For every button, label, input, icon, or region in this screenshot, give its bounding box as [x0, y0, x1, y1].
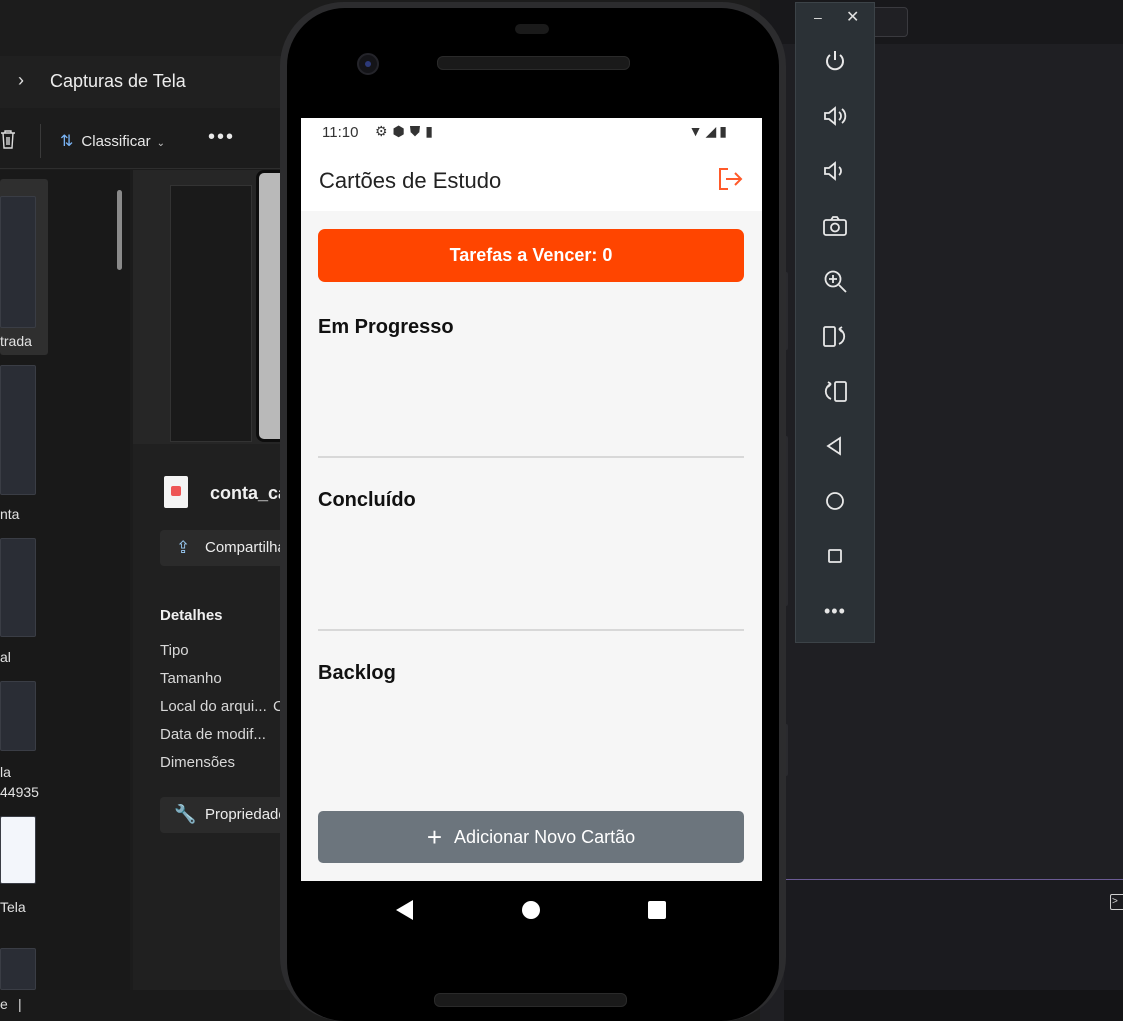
app-screen: 11:10 ⚙⬢⛊▮ ▼◢▮ Cartões de Estudo Tarefas…	[301, 118, 762, 881]
share-icon: ⇪	[176, 538, 191, 557]
address-bar: › Capturas de Tela	[0, 56, 290, 108]
due-tasks-button[interactable]: Tarefas a Vencer: 0	[318, 229, 744, 282]
sort-label: Classificar	[81, 133, 151, 150]
nav-recents-icon[interactable]	[648, 901, 666, 919]
section-backlog: Backlog	[318, 662, 396, 684]
status-text: e	[0, 996, 8, 1012]
explorer-statusbar: e |	[0, 990, 290, 1021]
file-thumbnail[interactable]	[0, 365, 36, 495]
file-type-icon	[164, 476, 188, 508]
file-label[interactable]: al	[0, 649, 11, 665]
logout-icon[interactable]	[717, 166, 743, 192]
more-icon[interactable]: •••	[208, 126, 235, 149]
nav-back-icon[interactable]	[396, 900, 413, 920]
add-card-label: Adicionar Novo Cartão	[454, 827, 636, 847]
file-name: conta_ca	[210, 483, 289, 503]
breadcrumb[interactable]: Capturas de Tela	[50, 71, 186, 92]
section-in-progress: Em Progresso	[318, 316, 454, 338]
file-label[interactable]: Tela	[0, 899, 26, 915]
share-label: Compartilhar	[205, 539, 291, 556]
file-thumbnail[interactable]	[0, 681, 36, 751]
power-icon[interactable]	[820, 46, 850, 76]
add-card-button[interactable]: + Adicionar Novo Cartão	[318, 811, 744, 863]
wrench-icon: 🔧	[174, 804, 197, 824]
overview-icon[interactable]	[820, 541, 850, 571]
phone-speaker-top	[437, 56, 630, 70]
front-camera	[357, 53, 379, 75]
section-done: Concluído	[318, 489, 416, 511]
app-header: Cartões de Estudo	[301, 148, 762, 211]
section-divider	[318, 456, 744, 458]
more-icon[interactable]: •••	[824, 601, 846, 622]
file-thumbnail[interactable]	[0, 538, 36, 637]
emulator-toolbar: – ✕ •••	[795, 2, 875, 643]
scrollbar[interactable]	[117, 190, 122, 270]
minimize-icon[interactable]: –	[814, 9, 822, 25]
plus-icon: +	[426, 822, 443, 852]
trash-icon[interactable]	[0, 129, 16, 149]
editor-statusbar	[784, 990, 1123, 1021]
share-button[interactable]: ⇪ Compartilhar	[160, 530, 291, 566]
file-thumbnail[interactable]	[0, 948, 36, 990]
volume-down-icon[interactable]	[820, 156, 850, 186]
section-divider	[318, 629, 744, 631]
phone-speaker-bottom	[434, 993, 627, 1007]
rotate-left-icon[interactable]	[820, 321, 850, 351]
sort-icon: ⇅	[60, 133, 74, 150]
toolbar-separator	[40, 124, 41, 158]
android-navbar	[301, 881, 762, 937]
close-icon[interactable]: ✕	[846, 7, 859, 27]
file-thumbnail[interactable]	[0, 196, 36, 328]
detail-type: Tipo	[160, 642, 189, 659]
volume-up-icon[interactable]	[820, 101, 850, 131]
detail-modified: Data de modif...	[160, 726, 266, 743]
terminal-panel	[784, 880, 1123, 990]
detail-size: Tamanho	[160, 670, 222, 687]
status-time: 11:10	[322, 124, 359, 141]
zoom-icon[interactable]	[820, 266, 850, 296]
detail-dimensions: Dimensões	[160, 754, 236, 771]
explorer-toolbar: ⇅ Classificar ⌄ •••	[0, 118, 290, 166]
nav-home-icon[interactable]	[522, 901, 540, 919]
text-cursor: |	[18, 996, 22, 1012]
back-icon[interactable]	[820, 431, 850, 461]
app-title: Cartões de Estudo	[319, 168, 502, 193]
camera-icon[interactable]	[820, 211, 850, 241]
toolbar-divider	[0, 168, 290, 169]
file-label[interactable]: la 44935	[0, 762, 39, 802]
phone-earpiece	[515, 24, 549, 34]
file-label[interactable]: trada	[0, 333, 32, 349]
preview-image	[170, 185, 252, 442]
rotate-right-icon[interactable]	[820, 376, 850, 406]
android-statusbar: 11:10 ⚙⬢⛊▮ ▼◢▮	[301, 118, 762, 148]
chevron-right-icon[interactable]: ›	[18, 70, 24, 91]
terminal-icon[interactable]: >	[1110, 894, 1123, 910]
notification-icons: ⚙⬢⛊▮	[375, 123, 438, 139]
chevron-down-icon: ⌄	[156, 138, 165, 149]
file-thumbnail[interactable]	[0, 816, 36, 884]
detail-location: Local do arqui...	[160, 698, 267, 715]
details-pane	[133, 444, 290, 990]
details-heading: Detalhes	[160, 607, 223, 624]
properties-button[interactable]: 🔧 Propriedades	[160, 797, 294, 833]
signal-battery-icons: ▼◢▮	[688, 123, 730, 139]
home-icon[interactable]	[820, 486, 850, 516]
file-label[interactable]: nta	[0, 506, 19, 522]
sort-button[interactable]: ⇅ Classificar ⌄	[60, 131, 165, 151]
